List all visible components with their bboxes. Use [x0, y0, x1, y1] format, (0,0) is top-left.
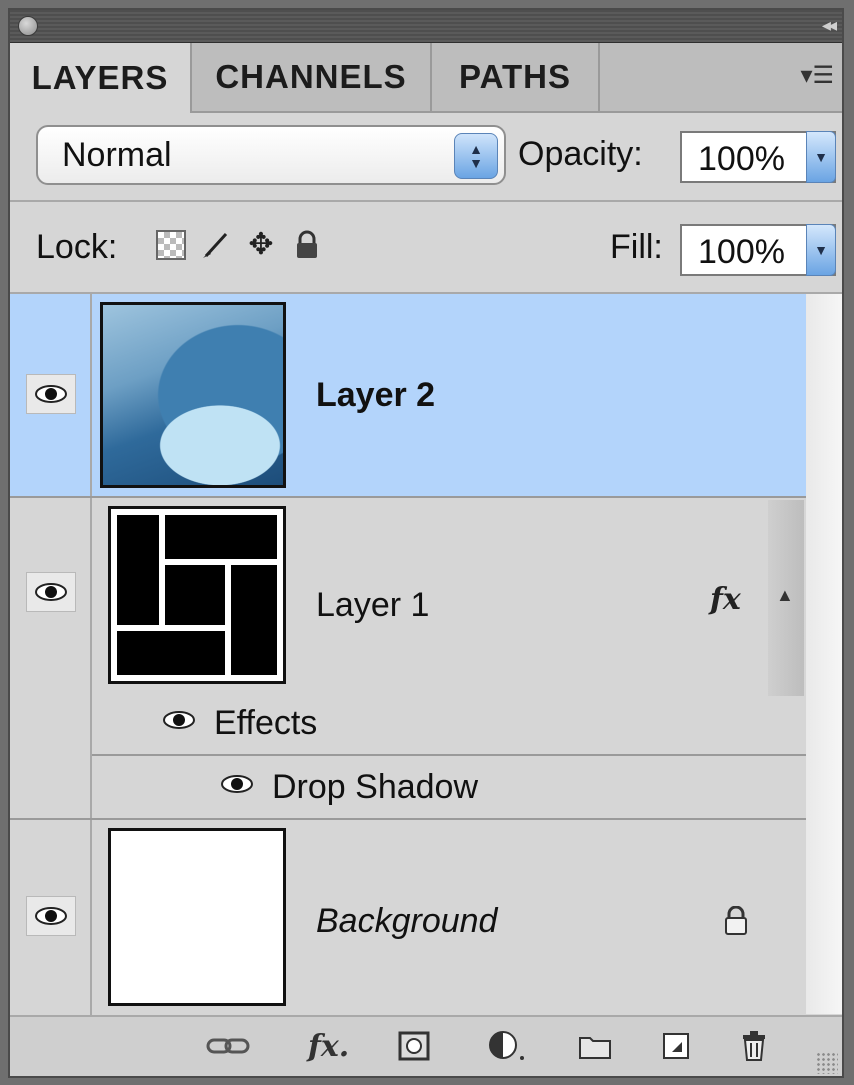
- lock-position-move-icon[interactable]: ✥: [246, 230, 276, 260]
- tab-paths[interactable]: PATHS: [432, 43, 600, 111]
- blend-mode-select[interactable]: Normal ▲ ▼: [36, 125, 506, 185]
- layer-row-background[interactable]: Background: [10, 820, 806, 1022]
- opacity-input[interactable]: 100% ▼: [680, 131, 836, 183]
- tab-layers[interactable]: LAYERS: [10, 43, 192, 113]
- opacity-label: Opacity:: [518, 135, 643, 173]
- tab-bar: LAYERS CHANNELS PATHS ▾☰: [10, 43, 842, 113]
- panel-title-bar[interactable]: ◂◂: [10, 10, 842, 43]
- lock-pixels-brush-icon[interactable]: [200, 230, 230, 260]
- fill-value: 100%: [698, 233, 785, 271]
- layer-thumbnail-blocks[interactable]: [108, 506, 286, 684]
- fill-label: Fill:: [610, 228, 663, 266]
- effect-name: Drop Shadow: [272, 768, 479, 806]
- opacity-dropdown-icon[interactable]: ▼: [806, 131, 836, 183]
- scroll-up-arrow-icon[interactable]: ▲: [776, 585, 794, 606]
- eye-icon[interactable]: [162, 710, 196, 735]
- visibility-cell: [10, 498, 92, 818]
- add-layer-mask-icon[interactable]: [398, 1031, 430, 1061]
- new-group-folder-icon[interactable]: [578, 1031, 612, 1061]
- layers-scrollbar-track[interactable]: [806, 294, 842, 1014]
- effects-row[interactable]: Effects: [92, 692, 806, 756]
- link-layers-icon[interactable]: [206, 1031, 250, 1061]
- delete-layer-trash-icon[interactable]: [740, 1031, 768, 1061]
- blend-options-row: Normal ▲ ▼ Opacity: 100% ▼: [10, 113, 842, 199]
- layer-thumbnail-white[interactable]: [108, 828, 286, 1006]
- layer-name[interactable]: Layer 2: [316, 376, 435, 415]
- lock-icon: [722, 905, 750, 941]
- layer-name[interactable]: Background: [316, 902, 497, 941]
- fx-icon[interactable]: fx: [710, 582, 741, 617]
- layers-panel: ◂◂ LAYERS CHANNELS PATHS ▾☰ Normal ▲ ▼ Op…: [8, 8, 844, 1078]
- eye-icon[interactable]: [220, 774, 254, 799]
- layer-row-layer-1[interactable]: Layer 1 fx Effects Drop Shadow: [10, 498, 806, 820]
- lock-transparency-icon[interactable]: [156, 230, 186, 260]
- blend-mode-stepper-icon[interactable]: ▲ ▼: [454, 133, 498, 179]
- effect-row-drop-shadow[interactable]: Drop Shadow: [92, 756, 806, 818]
- resize-grip-icon[interactable]: [816, 1052, 838, 1074]
- fill-dropdown-icon[interactable]: ▼: [806, 224, 836, 276]
- tab-channels[interactable]: CHANNELS: [192, 43, 432, 111]
- new-layer-icon[interactable]: [662, 1031, 690, 1061]
- eye-icon[interactable]: [26, 572, 76, 612]
- panel-footer-toolbar: fx.: [10, 1015, 842, 1076]
- eye-icon[interactable]: [26, 374, 76, 414]
- layers-list: Layer 2 Layer 1 fx Effects Drop Shadow B…: [10, 294, 806, 1022]
- fill-input[interactable]: 100% ▼: [680, 224, 836, 276]
- visibility-cell: [10, 820, 92, 1022]
- opacity-value: 100%: [698, 140, 785, 178]
- lock-label: Lock:: [36, 228, 118, 266]
- layer-thumbnail-wave[interactable]: [100, 302, 286, 488]
- lock-row: Lock: ✥ Fill: 100% ▼: [10, 202, 842, 292]
- blend-mode-value: Normal: [62, 136, 172, 174]
- layer-row-layer-2[interactable]: Layer 2: [10, 294, 806, 498]
- layer-name[interactable]: Layer 1: [316, 586, 429, 625]
- visibility-cell: [10, 294, 92, 496]
- close-panel-button[interactable]: [18, 16, 38, 36]
- adjustment-layer-icon[interactable]: [488, 1031, 528, 1061]
- effects-label: Effects: [214, 704, 318, 742]
- panel-menu-icon[interactable]: ▾☰: [800, 61, 834, 90]
- eye-icon[interactable]: [26, 896, 76, 936]
- collapse-panel-icon[interactable]: ◂◂: [822, 14, 837, 36]
- lock-all-icon[interactable]: [292, 230, 322, 260]
- add-layer-style-fx-icon[interactable]: fx.: [308, 1029, 349, 1064]
